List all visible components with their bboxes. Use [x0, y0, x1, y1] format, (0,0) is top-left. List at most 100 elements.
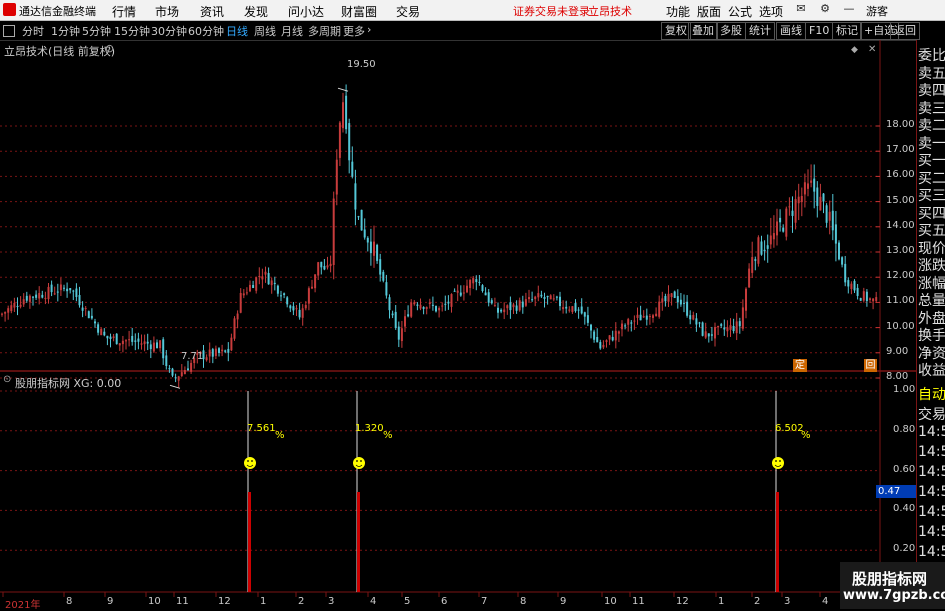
mail-icon[interactable]: ✉ [794, 2, 808, 16]
candle-body [332, 198, 335, 265]
layout-toggle-icon[interactable] [3, 25, 15, 37]
x-tick-label: 3 [328, 596, 335, 607]
f10-button[interactable]: F10 [805, 22, 834, 40]
overlay-button[interactable]: 叠加 [688, 22, 718, 40]
stock-name-link[interactable]: 立昂技术 [588, 3, 632, 19]
candle-body [109, 336, 112, 339]
menu-zixun[interactable]: 资讯 [200, 3, 224, 20]
diamond-icon[interactable]: ◆ [851, 45, 858, 55]
minimize-icon[interactable]: — [842, 2, 856, 16]
candle-body [497, 307, 499, 313]
candle-body [546, 295, 549, 298]
candle-body [850, 283, 853, 289]
close-icon[interactable]: ✕ [868, 44, 876, 55]
candle-body [568, 309, 571, 311]
candle-body [661, 298, 664, 303]
menu-xuanxiang[interactable]: 选项 [759, 3, 783, 20]
candle-body [679, 299, 682, 305]
period-monthly[interactable]: 月线 [281, 23, 303, 39]
period-daily[interactable]: 日线 [226, 23, 248, 39]
candle-body [785, 208, 788, 237]
menu-jiaoyi[interactable]: 交易 [396, 3, 420, 20]
menu-shichang[interactable]: 市场 [155, 3, 179, 20]
y-tick-label: 11.00 [886, 295, 915, 307]
period-multi[interactable]: 多周期 [308, 23, 341, 39]
period-fenshi[interactable]: 分时 [22, 23, 44, 39]
candle-body [472, 277, 475, 284]
period-1min[interactable]: 1分钟 [51, 23, 80, 39]
candle-body [239, 292, 242, 313]
tick-time: 14:56 [918, 444, 945, 460]
candle-body [528, 297, 530, 300]
candle-body [404, 316, 406, 327]
settings-icon[interactable]: ⚙ [818, 2, 832, 16]
candle-body [25, 295, 28, 301]
menu-gongshi[interactable]: 公式 [728, 3, 752, 20]
candle-body [543, 297, 546, 299]
y-tick-label: 15.00 [886, 194, 915, 206]
x-tick-label: 6 [441, 596, 448, 607]
mark-button[interactable]: 标记 [832, 22, 862, 40]
period-30min[interactable]: 30分钟 [151, 23, 187, 39]
period-more[interactable]: 更多 [343, 23, 365, 39]
candle-body [487, 292, 490, 303]
candle-body [125, 340, 127, 342]
candle-body [258, 276, 261, 278]
candle-body [289, 305, 292, 309]
candle-body [140, 343, 143, 345]
candle-body [534, 296, 537, 300]
candle-body [236, 313, 239, 320]
stats-button[interactable]: 统计 [745, 22, 775, 40]
candle-body [605, 340, 608, 342]
candle-body [301, 308, 304, 318]
candle-body [128, 339, 131, 341]
menu-wenxiaoda[interactable]: 问小达 [288, 3, 324, 20]
candle-body [354, 183, 357, 210]
candle-body [131, 335, 134, 342]
smiley-eye [779, 460, 781, 462]
trade-label: 交易 [918, 407, 945, 423]
menu-faxian[interactable]: 发现 [244, 3, 268, 20]
candle-body [351, 161, 354, 177]
hui-badge[interactable]: 回 [864, 359, 877, 372]
menu-banmian[interactable]: 版面 [697, 3, 721, 20]
login-warning[interactable]: 证券交易未登录 [513, 3, 590, 19]
ding-badge[interactable]: 定 [793, 359, 807, 372]
candle-body [66, 288, 69, 292]
candle-body [847, 280, 850, 287]
candle-body [766, 245, 769, 249]
candle-body [103, 331, 106, 336]
x-tick-label: 1 [718, 596, 725, 607]
candle-body [255, 277, 258, 291]
candle-body [797, 196, 800, 204]
period-60min[interactable]: 60分钟 [188, 23, 224, 39]
period-15min[interactable]: 15分钟 [114, 23, 150, 39]
candle-body [624, 325, 627, 327]
chevron-right-icon[interactable]: › [367, 23, 371, 36]
menu-caifuquan[interactable]: 财富圈 [341, 3, 377, 20]
menu-gongneng[interactable]: 功能 [666, 3, 690, 20]
candle-body [704, 331, 707, 338]
period-5min[interactable]: 5分钟 [82, 23, 111, 39]
candle-body [32, 296, 34, 298]
period-weekly[interactable]: 周线 [254, 23, 276, 39]
candle-body [245, 292, 248, 294]
guest-label[interactable]: 游客 [866, 3, 888, 19]
fuquan-button[interactable]: 复权 [661, 22, 691, 40]
candle-body [875, 297, 878, 301]
back-button[interactable]: 返回 [890, 22, 920, 40]
chevron-down-icon[interactable]: ⊙ [105, 42, 114, 55]
y-tick-label: 8.00 [886, 371, 909, 382]
candle-body [63, 287, 65, 289]
candle-body [720, 324, 723, 326]
indicator-collapse-icon[interactable]: ⊙ [3, 374, 11, 385]
multi-stock-button[interactable]: 多股 [716, 22, 746, 40]
candle-body [87, 311, 90, 319]
draw-line-button[interactable]: 画线 [776, 22, 806, 40]
candle-body [686, 301, 689, 316]
y-tick-label: 12.00 [886, 270, 915, 282]
candle-body [75, 288, 78, 297]
menu-hangqing[interactable]: 行情 [112, 3, 136, 20]
smiley-eye [360, 460, 362, 462]
candle-body [738, 321, 741, 327]
